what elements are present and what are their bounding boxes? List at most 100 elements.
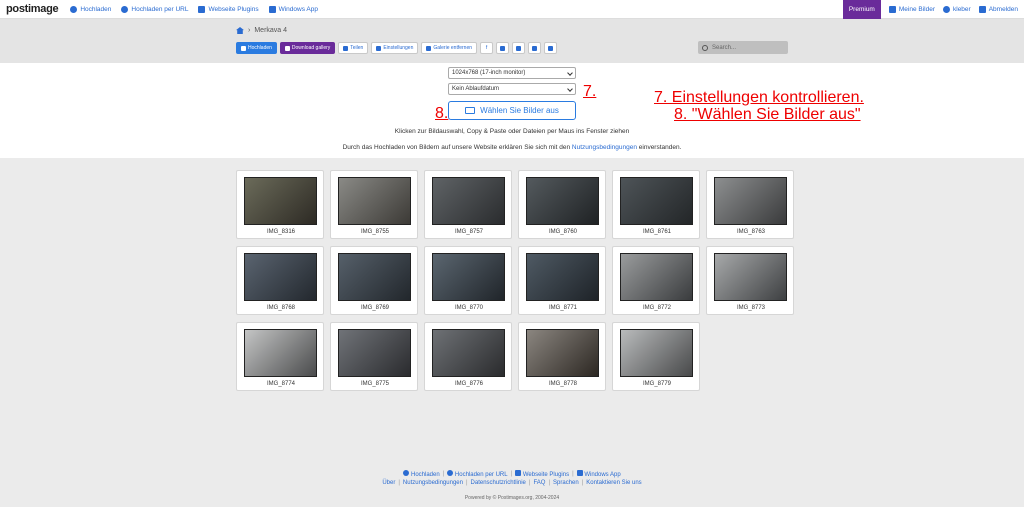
gallery-tile[interactable]: IMG_8755 [330,170,418,239]
search-input[interactable]: Search... [698,41,788,54]
share-button[interactable]: Teilen [338,42,369,54]
image-size-select[interactable]: 1024x768 (17-inch monitor) [448,67,576,79]
gallery-tile[interactable]: IMG_8760 [518,170,606,239]
settings-button[interactable]: Einstellungen [371,42,419,54]
gallery-tile[interactable]: IMG_8775 [330,322,418,391]
nav-upload[interactable]: Hochladen [70,5,111,13]
chevron-down-icon [567,86,573,92]
footer-link[interactable]: Datenschutzrichtlinie [471,480,526,486]
gallery-thumbnail[interactable] [714,177,787,225]
choose-images-button[interactable]: Wählen Sie Bilder aus [448,101,576,120]
gallery-thumbnail[interactable] [244,177,317,225]
terms-link[interactable]: Nutzungsbedingungen [572,144,637,151]
upload-button[interactable]: Hochladen [236,42,277,54]
nav-logout[interactable]: Abmelden [978,6,1018,13]
annotation-line2: 8. "Wählen Sie Bilder aus" [674,106,861,123]
remove-gallery-button[interactable]: Galerie entfernen [421,42,478,54]
gallery-tile[interactable]: IMG_8773 [706,246,794,315]
gallery-tile-label: IMG_8775 [360,381,390,387]
footer-links-primary: Hochladen | Hochladen per URL | Webseite P… [0,470,1024,478]
gallery-tile-label: IMG_8771 [548,305,578,311]
gallery-thumbnail[interactable] [338,253,411,301]
gallery-thumbnail[interactable] [432,329,505,377]
footer-link[interactable]: Nutzungsbedingungen [403,480,463,486]
footer-plugins[interactable]: Webseite Plugins [515,470,569,478]
footer-windows-app[interactable]: Windows App [576,470,621,478]
gallery-tile[interactable]: IMG_8776 [424,322,512,391]
site-logo[interactable]: postimage [6,3,59,15]
gallery-thumbnail[interactable] [338,329,411,377]
windows-icon [268,5,276,13]
footer-link[interactable]: Sprachen [553,480,579,486]
gallery-thumbnail[interactable] [526,329,599,377]
gear-icon [376,45,382,51]
facebook-icon: f [485,45,488,51]
gallery-tile[interactable]: IMG_8772 [612,246,700,315]
gallery-tile[interactable]: IMG_8769 [330,246,418,315]
gallery-tile[interactable]: IMG_8770 [424,246,512,315]
breadcrumb-current: Merkava 4 [254,27,288,34]
share-icon [343,45,349,51]
gallery-tile-label: IMG_8763 [736,229,766,235]
top-nav: postimage Hochladen Hochladen per URL We… [0,0,1024,19]
gallery-tile[interactable]: IMG_8757 [424,170,512,239]
home-icon[interactable] [236,27,244,34]
gallery-tile-label: IMG_8760 [548,229,578,235]
gallery-tile[interactable]: IMG_8761 [612,170,700,239]
gallery-tile-label: IMG_8755 [360,229,390,235]
share-reddit-button[interactable] [512,42,526,54]
nav-my-images[interactable]: Meine Bilder [888,6,935,13]
gallery-tile[interactable]: IMG_8771 [518,246,606,315]
gallery-thumbnail[interactable] [432,177,505,225]
gallery-toolbar: Hochladen Download gallery Teilen Einste… [236,42,558,54]
logout-icon [978,6,986,13]
image-icon [888,6,896,13]
annotation-line1: 7. Einstellungen kontrollieren. [654,89,864,106]
gallery-tile-label: IMG_8779 [642,381,672,387]
gallery-tile-label: IMG_8761 [642,229,672,235]
expiry-select[interactable]: Kein Ablaufdatum [448,83,576,95]
cloud-upload-icon [70,5,78,13]
terms-notice: Durch das Hochladen von Bildern auf unse… [342,144,682,151]
download-icon [284,45,290,51]
cloud-upload-icon [241,45,246,51]
gallery-tile[interactable]: IMG_8779 [612,322,700,391]
share-email-button[interactable] [544,42,558,54]
gallery-tile[interactable]: IMG_8778 [518,322,606,391]
nav-upload-url[interactable]: Hochladen per URL [121,5,188,13]
footer-upload-url[interactable]: Hochladen per URL [447,470,508,478]
gallery-thumbnail[interactable] [244,329,317,377]
footer-link[interactable]: Über [382,480,395,486]
share-twitter-button[interactable] [496,42,510,54]
gallery-tile[interactable]: IMG_8774 [236,322,324,391]
nav-windows-app[interactable]: Windows App [268,5,318,13]
share-vk-button[interactable] [528,42,542,54]
gallery-tile-label: IMG_8772 [642,305,672,311]
nav-user[interactable]: kleber [943,6,971,13]
footer-upload[interactable]: Hochladen [403,470,440,478]
premium-button[interactable]: Premium [842,0,881,19]
footer-link[interactable]: Kontaktieren Sie uns [586,480,641,486]
gallery-thumbnail[interactable] [526,177,599,225]
gallery-tile[interactable]: IMG_8316 [236,170,324,239]
vk-icon [532,45,538,51]
share-facebook-button[interactable]: f [480,42,494,54]
user-icon [943,6,950,13]
download-gallery-button[interactable]: Download gallery [279,42,336,54]
gallery-tile-label: IMG_8773 [736,305,766,311]
gallery-tile-label: IMG_8776 [454,381,484,387]
gallery-thumbnail[interactable] [338,177,411,225]
gallery-thumbnail[interactable] [244,253,317,301]
gallery-thumbnail[interactable] [620,177,693,225]
gallery-thumbnail[interactable] [526,253,599,301]
gallery-tile[interactable]: IMG_8768 [236,246,324,315]
gallery-thumbnail[interactable] [620,253,693,301]
nav-plugins[interactable]: Webseite Plugins [198,5,259,13]
gallery-tile[interactable]: IMG_8763 [706,170,794,239]
gallery-thumbnail[interactable] [432,253,505,301]
gallery-tile-label: IMG_8768 [266,305,296,311]
footer-link[interactable]: FAQ [533,480,545,486]
gallery-thumbnail[interactable] [714,253,787,301]
gallery-thumbnail[interactable] [620,329,693,377]
twitter-icon [500,45,506,51]
